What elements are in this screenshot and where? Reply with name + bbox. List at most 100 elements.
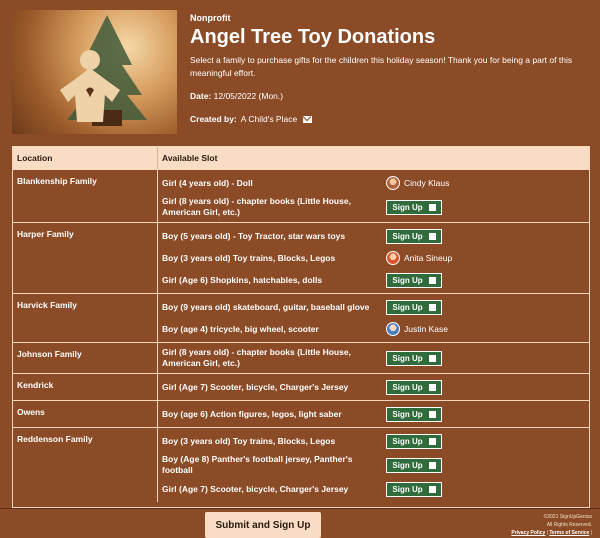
slot-description: Boy (Age 8) Panther's football jersey, P… [162,454,353,475]
creator-name: A Child's Place [240,114,298,124]
slot-action: Sign Up [386,350,442,366]
sign-up-button[interactable]: Sign Up [386,272,442,288]
slot-action: Sign Up [386,406,442,422]
location-name: Harvick Family [13,294,158,342]
checkbox-icon[interactable] [428,437,436,445]
sign-up-label: Sign Up [392,409,423,419]
sign-up-label: Sign Up [392,382,423,392]
submit-signup-button[interactable]: Submit and Sign Up [205,512,321,538]
slot-action: Justin Kase [386,322,448,336]
date-row: Date: 12/05/2022 (Mon.) [190,91,283,101]
slot-action: Anita Sineup [386,251,452,265]
location-name: Kendrick [13,374,158,400]
sign-up-button[interactable]: Sign Up [386,406,442,422]
checkbox-icon[interactable] [428,303,436,311]
table-header: Location Available Slot [13,147,589,169]
checkbox-icon[interactable] [428,410,436,418]
date-label: Date: [190,91,212,101]
slot-action: Sign Up [386,299,442,315]
slot-item: Boy (age 6) Action figures, legos, light… [158,403,589,425]
sign-up-button[interactable]: Sign Up [386,433,442,449]
slot-list: Boy (age 6) Action figures, legos, light… [158,401,589,427]
footer: Submit and Sign Up ©2021 SignUpGenius Al… [0,508,600,538]
table-row: Reddenson Family Boy (3 years old) Toy tr… [13,427,589,502]
slot-list: Boy (9 years old) skateboard, guitar, ba… [158,294,589,342]
location-name: Blankenship Family [13,170,158,222]
copyright-text: ©2021 SignUpGenius [543,514,592,520]
slot-action: Sign Up [386,379,442,395]
mail-icon[interactable] [303,115,313,123]
page-title: Angel Tree Toy Donations [190,26,436,48]
checkbox-icon[interactable] [428,383,436,391]
checkbox-icon[interactable] [428,232,436,240]
slot-action: Sign Up [386,228,442,244]
avatar [386,251,400,265]
page-description: Select a family to purchase gifts for th… [190,55,573,78]
sign-up-button[interactable]: Sign Up [386,350,442,366]
table-row: Owens Boy (age 6) Action figures, legos, … [13,400,589,427]
created-by-label: Created by: [190,114,237,124]
sign-up-label: Sign Up [392,353,423,363]
slot-list: Girl (4 years old) - Doll Cindy Klaus Girl… [158,170,589,222]
legal-info: ©2021 SignUpGenius All Rights Reserved. … [511,514,592,536]
slot-description: Boy (3 years old) Toy trains, Blocks, Le… [162,435,336,446]
slot-list: Boy (5 years old) - Toy Tractor, star wa… [158,223,589,293]
sign-up-button[interactable]: Sign Up [386,379,442,395]
sign-up-button[interactable]: Sign Up [386,481,442,497]
slot-item: Girl (8 years old) - chapter books (Litt… [158,345,589,371]
slot-description: Boy (age 4) tricycle, big wheel, scooter [162,323,319,334]
col-slot-header: Available Slot [162,153,218,163]
checkbox-icon[interactable] [428,203,436,211]
table-row: Kendrick Girl (Age 7) Scooter, bicycle, C… [13,373,589,400]
date-value: 12/05/2022 (Mon.) [213,91,284,101]
terms-of-service-link[interactable]: Terms of Service [549,530,589,536]
slot-item: Girl (Age 6) Shopkins, hatchables, dolls… [158,269,589,291]
org-type-label: Nonprofit [190,13,231,23]
checkbox-icon[interactable] [428,461,436,469]
volunteer-name: Anita Sineup [404,253,453,263]
slot-item: Boy (9 years old) skateboard, guitar, ba… [158,296,589,318]
sign-up-label: Sign Up [392,436,423,446]
slot-item: Girl (Age 7) Scooter, bicycle, Charger's… [158,478,589,500]
slot-item: Boy (age 4) tricycle, big wheel, scooter… [158,318,589,340]
table-row: Blankenship Family Girl (4 years old) - D… [13,169,589,222]
slot-action: Sign Up [386,481,442,497]
slot-description: Boy (9 years old) skateboard, guitar, ba… [162,301,370,312]
sign-up-button[interactable]: Sign Up [386,299,442,315]
privacy-policy-link[interactable]: Privacy Policy [511,530,545,536]
slot-list: Boy (3 years old) Toy trains, Blocks, Le… [158,428,589,502]
slot-description: Girl (4 years old) - Doll [162,177,253,188]
slot-description: Boy (3 years old) Toy trains, Blocks, Le… [162,252,336,263]
slot-description: Boy (5 years old) - Toy Tractor, star wa… [162,230,346,241]
avatar [386,176,400,190]
table-row: Harvick Family Boy (9 years old) skateboa… [13,293,589,342]
sign-up-label: Sign Up [392,231,423,241]
slot-action: Cindy Klaus [386,176,449,190]
location-name: Harper Family [13,223,158,293]
slot-description: Girl (Age 7) Scooter, bicycle, Charger's… [162,483,349,494]
slot-description: Girl (Age 6) Shopkins, hatchables, dolls [162,274,323,285]
location-name: Owens [13,401,158,427]
checkbox-icon[interactable] [428,354,436,362]
checkbox-icon[interactable] [428,485,436,493]
sign-up-button[interactable]: Sign Up [386,199,442,215]
angel-tree-image [12,10,177,134]
signup-table: Location Available Slot Blankenship Fami… [12,146,590,508]
volunteer-name: Cindy Klaus [404,178,450,188]
sign-up-button[interactable]: Sign Up [386,228,442,244]
table-body: Blankenship Family Girl (4 years old) - D… [13,169,589,502]
sign-up-label: Sign Up [392,302,423,312]
sign-up-label: Sign Up [392,202,423,212]
rights-text: All Rights Reserved. [546,522,592,528]
checkbox-icon[interactable] [428,276,436,284]
sign-up-label: Sign Up [392,484,423,494]
table-row: Harper Family Boy (5 years old) - Toy Tra… [13,222,589,293]
slot-item: Girl (8 years old) - chapter books (Litt… [158,194,589,220]
location-name: Johnson Family [13,343,158,373]
sign-up-label: Sign Up [392,275,423,285]
volunteer-name: Justin Kase [404,324,448,334]
slot-item: Boy (Age 8) Panther's football jersey, P… [158,452,589,478]
slot-action: Sign Up [386,272,442,288]
signup-header: Nonprofit Angel Tree Toy Donations Selec… [12,10,590,134]
sign-up-button[interactable]: Sign Up [386,457,442,473]
